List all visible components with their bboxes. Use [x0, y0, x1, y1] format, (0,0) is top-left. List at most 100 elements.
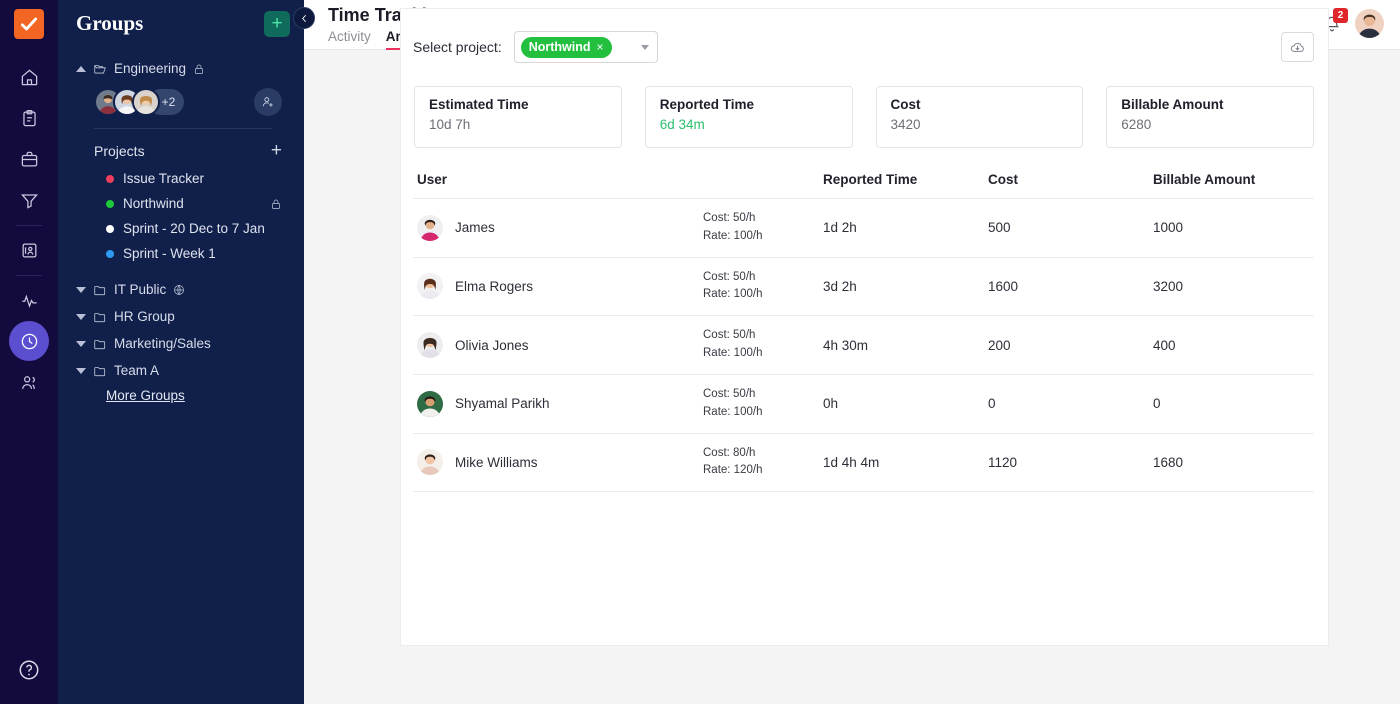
tab-activity[interactable]: Activity	[328, 29, 371, 50]
avatar	[132, 88, 160, 116]
column-reported-time[interactable]: Reported Time	[823, 172, 988, 199]
select-project-label: Select project:	[413, 39, 502, 55]
project-select[interactable]: Northwind ×	[513, 31, 658, 63]
rail-item-activity[interactable]	[9, 280, 49, 320]
user-avatar[interactable]	[1355, 9, 1384, 38]
table-row[interactable]: Olivia Jones Cost: 50/h Rate: 100/h 4h 3…	[413, 315, 1314, 375]
chevron-down-icon	[640, 44, 649, 50]
cell-billable: 400	[1153, 315, 1314, 375]
stat-value: 10d 7h	[429, 117, 471, 132]
lock-icon	[193, 63, 205, 75]
analytics-table: User Reported Time Cost Billable Amount	[413, 172, 1314, 493]
rail-item-contacts[interactable]	[9, 230, 49, 270]
cell-cost: 1120	[988, 433, 1153, 493]
stat-label: Cost	[890, 97, 921, 112]
add-member-button[interactable]	[254, 88, 282, 116]
project-item-sprint-dec-jan[interactable]: Sprint - 20 Dec to 7 Jan	[58, 216, 304, 241]
cell-billable: 3200	[1153, 257, 1314, 317]
group-label: IT Public	[114, 282, 167, 297]
column-user[interactable]: User	[413, 172, 703, 199]
cell-reported-time: 1d 4h 4m	[823, 433, 988, 493]
rail-item-help[interactable]	[18, 659, 40, 686]
group-item-marketing-sales[interactable]: Marketing/Sales	[58, 330, 304, 357]
column-billable-amount[interactable]: Billable Amount	[1153, 172, 1314, 199]
table-row[interactable]: Shyamal Parikh Cost: 50/h Rate: 100/h 0h	[413, 374, 1314, 434]
stat-value: 3420	[890, 117, 921, 132]
cell-user: Elma Rogers	[413, 257, 703, 317]
user-name: Mike Williams	[455, 454, 538, 470]
main-area: Time Tracking Activity Analytics Timeshe…	[304, 0, 1400, 704]
rail-divider	[16, 225, 42, 226]
table-body: James Cost: 50/h Rate: 100/h 1d 2h 500 1…	[413, 198, 1314, 493]
cell-cost: 200	[988, 315, 1153, 375]
rail-item-filters[interactable]	[9, 180, 49, 220]
people-icon	[21, 375, 35, 389]
briefcase-icon	[21, 151, 37, 166]
avatar	[417, 332, 443, 359]
table-header-row: User Reported Time Cost Billable Amount	[413, 172, 1314, 199]
cell-cost: 0	[988, 374, 1153, 434]
stat-estimated-time: Estimated Time 10d 7h	[414, 86, 622, 148]
cell-rate: Cost: 50/h Rate: 100/h	[703, 315, 823, 375]
table-row[interactable]: Elma Rogers Cost: 50/h Rate: 100/h 3d 2h	[413, 257, 1314, 317]
avatar	[417, 214, 443, 241]
status-dot	[106, 174, 114, 183]
engineering-members: +2	[58, 82, 304, 122]
rail-item-time-tracking[interactable]	[9, 321, 49, 361]
project-item-sprint-week-1[interactable]: Sprint - Week 1	[58, 241, 304, 266]
rail-item-tasks[interactable]	[9, 98, 49, 138]
project-select-group: Select project: Northwind ×	[413, 31, 658, 63]
project-item-issue-tracker[interactable]: Issue Tracker	[58, 166, 304, 191]
cell-reported-time: 1d 2h	[823, 198, 988, 258]
group-item-hr-group[interactable]: HR Group	[58, 303, 304, 330]
stat-label: Billable Amount	[1121, 97, 1224, 112]
rail-item-work[interactable]	[9, 139, 49, 179]
project-chip[interactable]: Northwind ×	[520, 36, 612, 58]
user-name: Shyamal Parikh	[455, 396, 550, 412]
chevron-left-icon	[301, 14, 306, 22]
folder-icon	[93, 364, 107, 378]
rail-item-home[interactable]	[9, 57, 49, 97]
rail-item-people[interactable]	[9, 362, 49, 402]
group-item-it-public[interactable]: IT Public	[58, 276, 304, 303]
cell-billable: 0	[1153, 374, 1314, 434]
app-logo[interactable]	[14, 9, 44, 39]
project-filter-row: Select project: Northwind ×	[413, 31, 1314, 63]
column-cost[interactable]: Cost	[988, 172, 1153, 199]
sidebar-title: Groups	[76, 11, 144, 35]
stat-reported-time: Reported Time 6d 34m	[644, 86, 853, 148]
table-row[interactable]: Mike Williams Cost: 80/h Rate: 120/h 1d …	[413, 433, 1314, 493]
chevron-down-icon	[76, 367, 86, 374]
project-label: Issue Tracker	[123, 171, 205, 186]
summary-stats: Estimated Time 10d 7h Reported Time 6d 3…	[413, 86, 1314, 148]
chevron-down-icon	[76, 340, 86, 347]
cost-rate: Cost: 50/h	[703, 329, 756, 342]
status-dot	[106, 249, 114, 258]
user-name: James	[455, 220, 495, 236]
cell-cost: 500	[988, 198, 1153, 258]
member-avatars[interactable]: +2	[94, 88, 184, 116]
bill-rate: Rate: 100/h	[703, 405, 763, 418]
pulse-icon	[21, 294, 37, 308]
collapse-sidebar-button[interactable]	[293, 7, 315, 29]
cell-cost: 1600	[988, 257, 1153, 317]
project-item-northwind[interactable]: Northwind	[58, 191, 304, 216]
contact-card-icon	[22, 243, 36, 257]
add-project-button[interactable]: +	[271, 141, 282, 160]
analytics-card: Select project: Northwind × Estimated Ti…	[400, 8, 1329, 646]
cell-user: James	[413, 198, 703, 258]
home-icon	[21, 69, 37, 85]
add-group-button[interactable]: +	[264, 10, 290, 37]
export-button[interactable]	[1281, 32, 1314, 62]
bill-rate: Rate: 100/h	[703, 229, 763, 242]
table-row[interactable]: James Cost: 50/h Rate: 100/h 1d 2h 500 1…	[413, 198, 1314, 258]
group-item-engineering[interactable]: Engineering	[58, 55, 304, 82]
stat-label: Estimated Time	[429, 97, 529, 112]
remove-project-icon[interactable]: ×	[597, 40, 604, 54]
project-label: Northwind	[123, 196, 184, 211]
group-label-engineering: Engineering	[114, 61, 187, 76]
group-item-team-a[interactable]: Team A	[58, 357, 304, 384]
status-dot	[106, 224, 114, 233]
cell-rate: Cost: 80/h Rate: 120/h	[703, 433, 823, 493]
more-groups-link[interactable]: More Groups	[58, 384, 207, 407]
